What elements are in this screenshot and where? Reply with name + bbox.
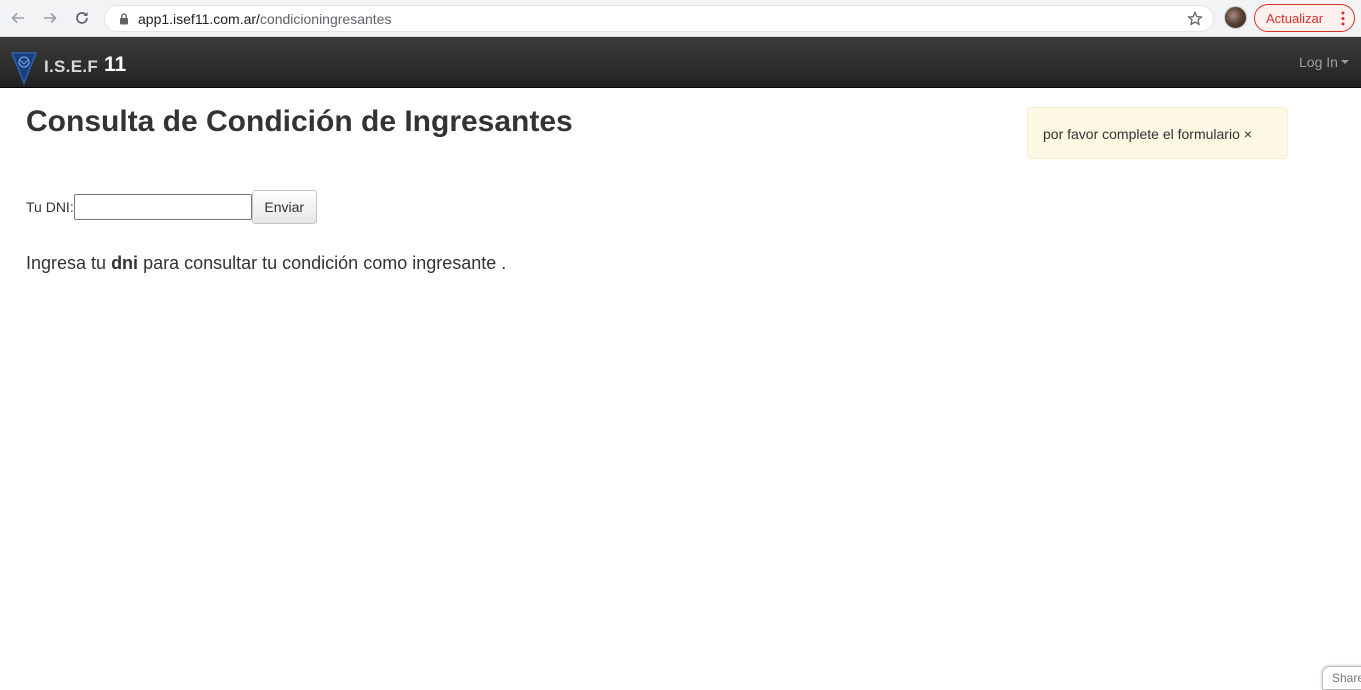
isef-shield-logo-icon[interactable] xyxy=(10,51,38,85)
app-navbar: I.S.E.F 11 Log In xyxy=(0,37,1361,88)
url-domain: app1.isef11.com.ar/ xyxy=(138,11,260,27)
alert-text: por favor complete el formulario xyxy=(1043,126,1240,142)
forward-button[interactable] xyxy=(38,6,62,30)
dni-input[interactable] xyxy=(73,194,252,220)
reload-icon xyxy=(76,12,88,24)
browser-toolbar: app1.isef11.com.ar/condicioningresantes … xyxy=(0,0,1361,37)
profile-avatar[interactable] xyxy=(1224,6,1247,29)
dni-label: Tu DNI: xyxy=(26,199,74,215)
back-arrow-icon xyxy=(11,12,24,24)
login-label: Log In xyxy=(1299,54,1338,70)
url-path: condicioningresantes xyxy=(259,11,392,27)
warning-alert: por favor complete el formulario × xyxy=(1027,107,1288,159)
lock-icon xyxy=(120,13,128,25)
reload-button[interactable] xyxy=(70,6,94,30)
forward-arrow-icon xyxy=(44,12,57,24)
page-title: Consulta de Condición de Ingresantes xyxy=(26,105,573,138)
brand-number[interactable]: 11 xyxy=(104,53,126,77)
caret-down-icon xyxy=(1340,60,1349,64)
bookmark-star-icon[interactable] xyxy=(1187,11,1203,27)
send-button[interactable]: Enviar xyxy=(251,190,317,224)
back-button[interactable] xyxy=(6,6,30,30)
share-tab[interactable]: Share xyxy=(1322,666,1361,690)
info-before: Ingresa tu xyxy=(26,253,112,273)
url-text: app1.isef11.com.ar/condicioningresantes xyxy=(138,11,391,27)
brand-name[interactable]: I.S.E.F xyxy=(44,57,98,77)
info-after: para consultar tu condición como ingresa… xyxy=(138,253,507,273)
dni-form: Tu DNI: Enviar xyxy=(26,190,317,224)
address-bar[interactable]: app1.isef11.com.ar/condicioningresantes xyxy=(104,5,1214,32)
info-bold: dni xyxy=(111,253,139,273)
update-label: Actualizar xyxy=(1266,10,1324,26)
update-browser-button[interactable]: Actualizar xyxy=(1254,4,1355,32)
alert-close-button[interactable]: × xyxy=(1244,126,1252,142)
more-vert-icon xyxy=(1341,11,1345,26)
instructions-text: Ingresa tu dni para consultar tu condici… xyxy=(26,253,506,274)
login-dropdown[interactable]: Log In xyxy=(1299,54,1349,70)
